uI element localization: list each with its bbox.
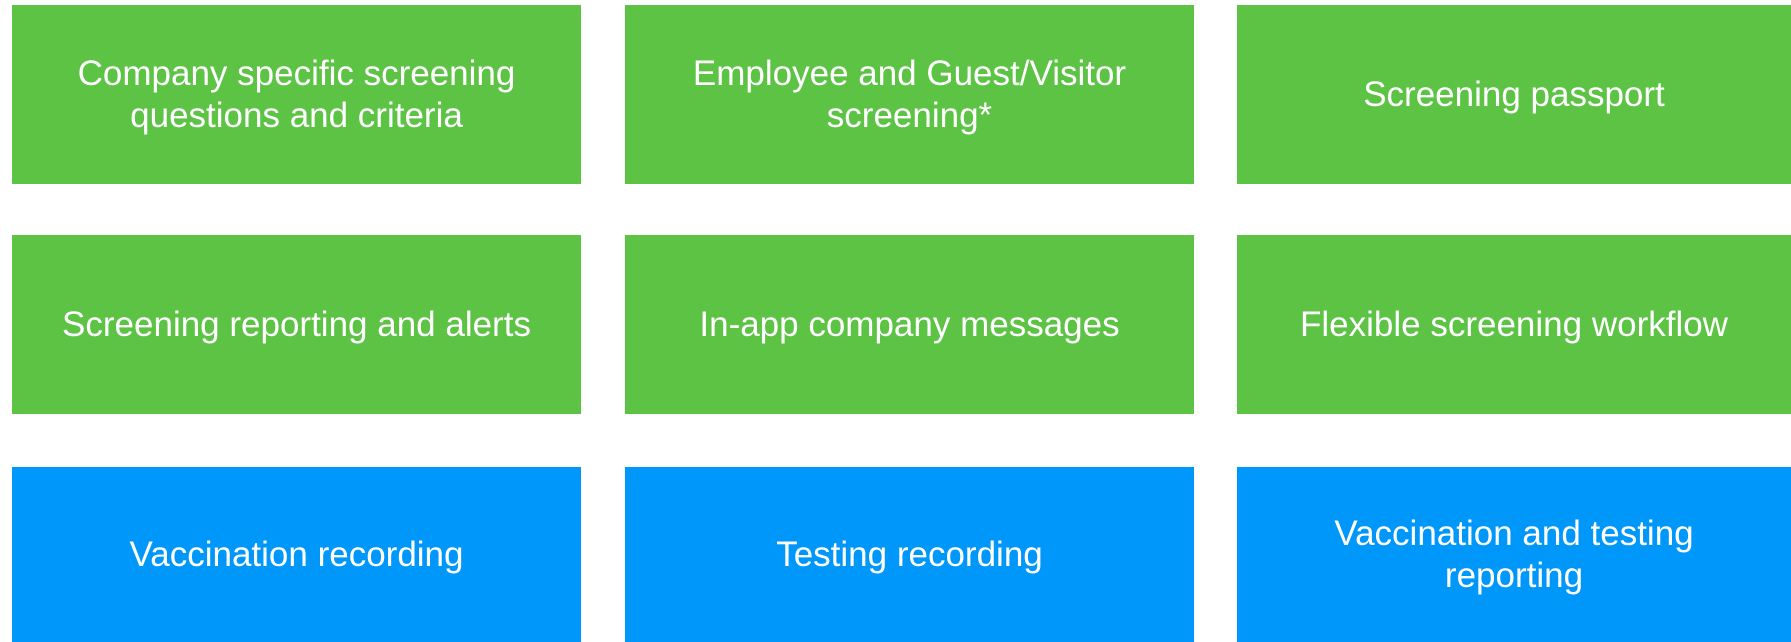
feature-tile-screening-passport: Screening passport xyxy=(1237,5,1791,184)
feature-tile-label: Testing recording xyxy=(776,534,1043,574)
feature-tile-employee-guest-screening: Employee and Guest/Visitor screening* xyxy=(625,5,1194,184)
feature-tile-label: In-app company messages xyxy=(699,304,1120,344)
feature-tile-testing-recording: Testing recording xyxy=(625,467,1194,642)
feature-tile-vaccination-testing-reporting: Vaccination and testing reporting xyxy=(1237,467,1791,642)
feature-tile-label: Flexible screening workflow xyxy=(1300,304,1728,344)
feature-tile-screening-reporting-alerts: Screening reporting and alerts xyxy=(12,235,581,414)
feature-tile-label: Vaccination and testing reporting xyxy=(1334,513,1694,595)
feature-tile-label: Screening reporting and alerts xyxy=(62,304,531,344)
feature-tile-company-screening-questions: Company specific screening questions and… xyxy=(12,5,581,184)
feature-tile-vaccination-recording: Vaccination recording xyxy=(12,467,581,642)
feature-tile-flexible-workflow: Flexible screening workflow xyxy=(1237,235,1791,414)
feature-tile-in-app-messages: In-app company messages xyxy=(625,235,1194,414)
feature-tile-label: Screening passport xyxy=(1363,74,1665,114)
feature-tile-label: Company specific screening questions and… xyxy=(77,53,516,135)
feature-tile-label: Vaccination recording xyxy=(129,534,464,574)
feature-grid: Company specific screening questions and… xyxy=(0,0,1791,642)
feature-tile-label: Employee and Guest/Visitor screening* xyxy=(692,53,1127,135)
